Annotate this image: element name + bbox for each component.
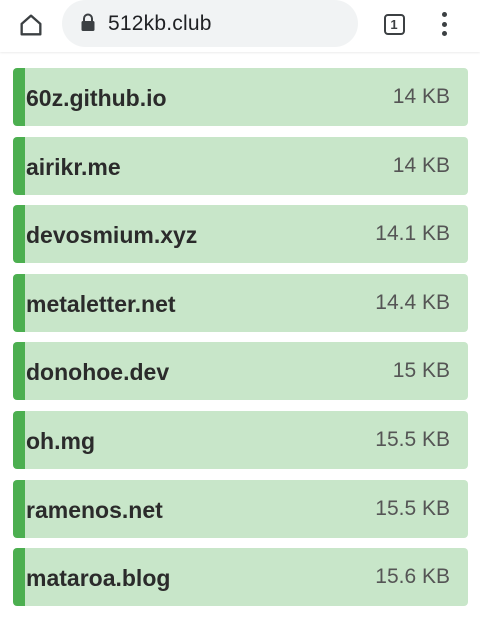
site-name[interactable]: airikr.me [26, 137, 121, 197]
lock-icon [81, 13, 95, 31]
home-button[interactable] [14, 8, 48, 42]
list-item[interactable]: donohoe.dev 15 KB [13, 342, 468, 402]
site-name[interactable]: ramenos.net [26, 480, 163, 540]
more-menu-button[interactable] [430, 8, 458, 40]
list-item[interactable]: oh.mg 15.5 KB [13, 410, 468, 471]
site-name[interactable]: donohoe.dev [26, 342, 169, 402]
tab-switcher-button[interactable]: 1 [379, 9, 409, 39]
site-size: 15 KB [392, 359, 450, 383]
url-text: 512kb.club [108, 12, 212, 35]
list-item[interactable]: airikr.me 14 KB [13, 136, 468, 197]
address-bar[interactable]: 512kb.club [62, 0, 358, 47]
list-item[interactable]: ramenos.net 15.5 KB [13, 479, 468, 540]
more-vert-icon [441, 12, 447, 17]
site-size: 14 KB [392, 153, 450, 177]
site-size: 15.6 KB [375, 565, 450, 589]
list-item[interactable]: mataroa.blog 15.6 KB [13, 548, 468, 608]
list-item[interactable]: 60z.github.io 14 KB [13, 68, 468, 126]
site-name[interactable]: mataroa.blog [26, 548, 170, 608]
list-item[interactable]: devosmium.xyz 14.1 KB [13, 205, 468, 265]
site-size: 14.1 KB [375, 222, 450, 246]
home-icon [20, 14, 42, 36]
tab-switcher-icon: 1 [383, 13, 405, 35]
site-size: 14.4 KB [375, 290, 450, 314]
site-list: 60z.github.io 14 KB airikr.me 14 KB devo… [13, 68, 468, 617]
site-size: 15.5 KB [375, 427, 450, 451]
site-size: 14 KB [392, 85, 450, 108]
tab-count: 1 [390, 16, 398, 32]
site-name[interactable]: devosmium.xyz [26, 205, 197, 265]
site-name[interactable]: metaletter.net [26, 274, 176, 334]
browser-toolbar: 512kb.club 1 [0, 0, 480, 52]
site-name[interactable]: oh.mg [26, 411, 95, 471]
site-size: 15.5 KB [375, 496, 450, 520]
site-name[interactable]: 60z.github.io [26, 68, 167, 128]
list-item[interactable]: metaletter.net 14.4 KB [13, 273, 468, 334]
